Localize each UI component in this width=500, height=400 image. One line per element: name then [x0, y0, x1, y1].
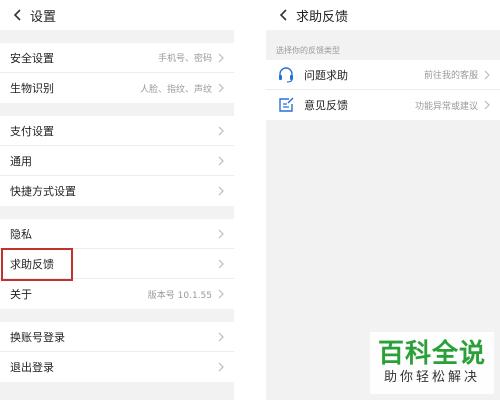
- chevron-right-icon: [218, 53, 224, 63]
- settings-item-label: 通用: [10, 154, 32, 168]
- settings-item-value: 手机号、密码: [157, 54, 212, 64]
- settings-item-shortcuts[interactable]: 快捷方式设置: [0, 176, 234, 206]
- back-arrow-icon[interactable]: [10, 8, 24, 22]
- settings-item-label: 安全设置: [10, 51, 54, 65]
- feedback-header: 求助反馈: [266, 0, 500, 30]
- settings-item-label: 生物识别: [10, 82, 54, 95]
- settings-item-general[interactable]: 通用: [0, 146, 234, 176]
- settings-item-security[interactable]: 安全设置 手机号、密码: [0, 43, 234, 73]
- settings-group-account: 换账号登录 退出登录: [0, 322, 234, 382]
- screen-divider: [234, 0, 266, 400]
- watermark-subtitle: 助你轻松解决: [383, 370, 480, 385]
- feedback-item-question-help[interactable]: 问题求助 前往我的客服: [266, 60, 500, 90]
- settings-item-privacy[interactable]: 隐私: [0, 219, 234, 249]
- settings-item-help-feedback[interactable]: 求助反馈: [0, 249, 234, 279]
- settings-item-label: 支付设置: [10, 124, 54, 138]
- chevron-right-icon: [218, 259, 224, 269]
- page-title: 设置: [30, 9, 57, 25]
- feedback-item-suggestion[interactable]: 意见反馈 功能异常或建议: [266, 90, 500, 120]
- settings-item-value: 人脸、指纹、声纹: [139, 84, 212, 95]
- settings-item-label: 关于: [10, 288, 32, 301]
- settings-item-payment[interactable]: 支付设置: [0, 116, 234, 146]
- watermark-title: 百科全说: [377, 339, 486, 369]
- watermark-logo: 百科全说 助你轻松解决: [370, 332, 494, 394]
- settings-header: 设置: [0, 0, 234, 30]
- chevron-right-icon: [218, 289, 224, 299]
- feedback-item-label: 意见反馈: [304, 99, 348, 112]
- settings-group-privacy: 隐私 求助反馈 关于 版本号 10.1.55: [0, 219, 234, 309]
- settings-group-security: 安全设置 手机号、密码 生物识别 人脸、指纹、声纹: [0, 43, 234, 103]
- feedback-item-value: 功能异常或建议: [414, 101, 478, 112]
- chevron-right-icon: [218, 126, 224, 136]
- chevron-right-icon: [484, 70, 490, 80]
- chevron-right-icon: [218, 362, 224, 372]
- headset-icon: [276, 65, 296, 85]
- settings-item-about[interactable]: 关于 版本号 10.1.55: [0, 279, 234, 309]
- chevron-right-icon: [218, 332, 224, 342]
- chevron-right-icon: [218, 186, 224, 196]
- feedback-item-label: 问题求助: [304, 68, 348, 82]
- settings-item-label: 求助反馈: [10, 257, 54, 271]
- settings-group-general: 支付设置 通用 快捷方式设置: [0, 116, 234, 206]
- settings-item-logout[interactable]: 退出登录: [0, 352, 234, 382]
- settings-item-value: 版本号 10.1.55: [147, 290, 212, 301]
- settings-item-switch-account[interactable]: 换账号登录: [0, 322, 234, 352]
- settings-item-label: 退出登录: [10, 361, 54, 374]
- page-title: 求助反馈: [296, 9, 349, 25]
- chevron-right-icon: [218, 229, 224, 239]
- settings-item-biometrics[interactable]: 生物识别 人脸、指纹、声纹: [0, 73, 234, 103]
- settings-item-label: 隐私: [10, 227, 32, 241]
- settings-screen: 设置 安全设置 手机号、密码 生物识别 人脸、指纹、声纹 支付设置 通用 快捷方…: [0, 0, 234, 400]
- edit-form-icon: [276, 95, 296, 115]
- feedback-type-caption: 选择你的反馈类型: [266, 40, 500, 60]
- feedback-options: 问题求助 前往我的客服 意见反馈 功能异常或建议: [266, 60, 500, 120]
- chevron-right-icon: [484, 100, 490, 110]
- chevron-right-icon: [218, 83, 224, 93]
- back-arrow-icon[interactable]: [276, 8, 290, 22]
- settings-item-label: 换账号登录: [10, 330, 65, 344]
- chevron-right-icon: [218, 156, 224, 166]
- settings-item-label: 快捷方式设置: [10, 185, 76, 198]
- feedback-item-value: 前往我的客服: [423, 71, 478, 81]
